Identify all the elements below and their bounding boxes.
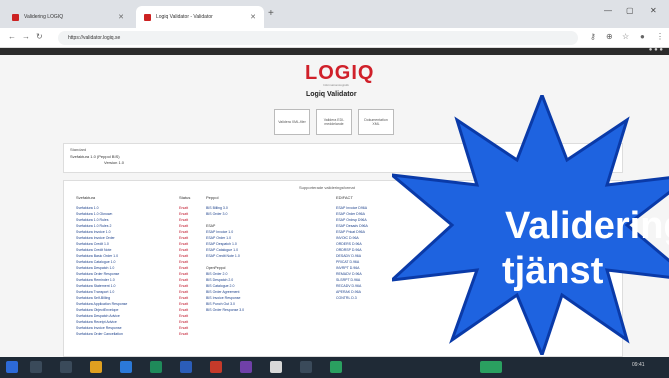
format-link[interactable]: CONTRL D.3 (336, 295, 368, 301)
app-icon[interactable] (300, 361, 312, 373)
standard-select[interactable]: Svefaktura 1.0 (Peppol BIS) (70, 154, 120, 159)
column-peppol: Peppol BIS Billing 3.0 BIS Order 3.0 ESAP E… (206, 195, 244, 313)
minimize-icon[interactable]: — (604, 6, 612, 15)
onenote-icon[interactable] (240, 361, 252, 373)
format-link[interactable]: BIS Order Response 3.0 (206, 307, 244, 313)
url-field[interactable]: https://validator.logiq.se (58, 31, 578, 45)
overlay-text-line1: Validering (505, 205, 669, 247)
back-icon[interactable]: ← (8, 32, 16, 41)
tray-app-icon[interactable] (480, 361, 502, 373)
nav-button-validate-edi[interactable]: Validera EDI-meddelande (316, 109, 352, 135)
format-link[interactable]: Svefaktura Order Cancellation (76, 331, 127, 337)
key-icon[interactable]: ⚷ (590, 32, 596, 41)
app-header-strip: ● ● ● (0, 47, 669, 55)
edge-icon[interactable] (120, 361, 132, 373)
close-window-icon[interactable]: ✕ (650, 6, 657, 15)
column-items: Svefaktura 1.0 Svefaktura 1.0 Oknown Svefa… (76, 205, 127, 337)
column-status: Status Ersatt Ersatt Ersatt Ersatt Ersatt Ers… (179, 195, 190, 337)
close-tab-icon[interactable]: ✕ (250, 13, 256, 21)
column-items: BIS Billing 3.0 BIS Order 3.0 ESAP ESAP Inv… (206, 205, 244, 313)
search-icon[interactable] (30, 361, 42, 373)
column-items: Ersatt Ersatt Ersatt Ersatt Ersatt Ersatt Ersa… (179, 205, 190, 337)
clock[interactable]: 09:41 (632, 362, 645, 368)
overlay-text-line2: tjänst (502, 250, 604, 292)
close-tab-icon[interactable]: ✕ (118, 13, 124, 21)
app-menu-icon[interactable]: ● ● ● (649, 47, 663, 53)
column-items: ESAP Invoice D96A ESAP Order D96A ESAP Ord… (336, 205, 368, 301)
column-edifact: EDIFACT ESAP Invoice D96A ESAP Order D96A… (336, 195, 368, 301)
zoom-icon[interactable]: ⊕ (606, 32, 613, 41)
file-explorer-icon[interactable] (90, 361, 102, 373)
teams-icon[interactable] (330, 361, 342, 373)
column-svefaktura: Svefaktura Svefaktura 1.0 Svefaktura 1.0 … (76, 195, 127, 337)
chrome-icon[interactable] (270, 361, 282, 373)
star-icon[interactable]: ☆ (622, 32, 629, 41)
select-caption: Standard (70, 147, 87, 152)
profile-icon[interactable]: ● (640, 32, 645, 41)
logo[interactable]: LOGIQ (305, 62, 374, 85)
browser-tab-bar: Validering LOGIQ ✕ Logiq Validator - Val… (0, 0, 669, 28)
column-header: Svefaktura (76, 195, 96, 200)
reload-icon[interactable]: ↻ (36, 32, 43, 41)
status-badge: Ersatt (179, 332, 189, 336)
nav-button-documentation[interactable]: Dokumentation XML (358, 109, 394, 135)
menu-icon[interactable]: ⋮ (656, 32, 664, 41)
word-icon[interactable] (180, 361, 192, 373)
tab-label: Logiq Validator - Validator (156, 14, 213, 20)
browser-tab[interactable]: Validering LOGIQ ✕ (4, 6, 132, 28)
column-header: EDIFACT (336, 195, 353, 200)
panel-title: Supporterade valideringsformat (299, 185, 355, 190)
forward-icon[interactable]: → (22, 32, 30, 41)
column-header: Status (179, 195, 191, 200)
maximize-icon[interactable]: ▢ (626, 6, 634, 15)
favicon-icon (144, 13, 151, 21)
format-link[interactable]: ESAP Credit Note 1.0 (206, 253, 244, 259)
version-select[interactable]: Version 1.0 (104, 160, 124, 165)
browser-tab-active[interactable]: Logiq Validator - Validator ✕ (136, 6, 264, 28)
task-view-icon[interactable] (60, 361, 72, 373)
taskbar: 09:41 (0, 357, 669, 378)
start-icon[interactable] (6, 361, 18, 373)
excel-icon[interactable] (150, 361, 162, 373)
address-bar-row: ← → ↻ https://validator.logiq.se ⚷ ⊕ ☆ ●… (0, 28, 669, 48)
powerpoint-icon[interactable] (210, 361, 222, 373)
logo-tagline: Informationslogistik (323, 83, 349, 87)
nav-button-validate-xml[interactable]: Validera XML-filer (274, 109, 310, 135)
tab-label: Validering LOGIQ (24, 14, 64, 20)
page-title: Logiq Validator (306, 91, 357, 98)
new-tab-icon[interactable]: + (268, 8, 274, 19)
column-header: Peppol (206, 195, 219, 200)
favicon-icon (12, 13, 19, 21)
